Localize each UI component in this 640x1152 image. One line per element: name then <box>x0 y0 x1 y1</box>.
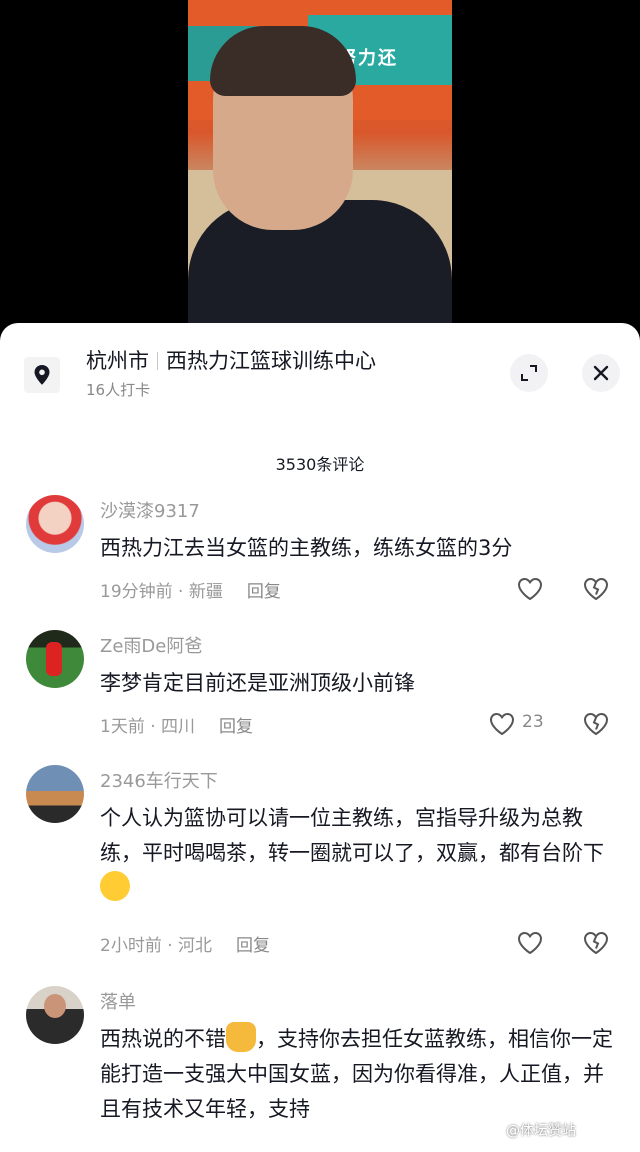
location-city: 杭州市 <box>86 349 149 373</box>
comment-meta: 1天前 · 四川 回复 <box>100 717 254 737</box>
location-title[interactable]: 杭州市 西热力江篮球训练中心 <box>86 345 376 375</box>
broken-heart-icon[interactable] <box>582 929 610 957</box>
reply-button[interactable]: 回复 <box>236 936 270 956</box>
location-pin-icon[interactable] <box>24 357 60 393</box>
heart-outline-icon[interactable] <box>516 575 544 603</box>
comment-text: 西热说的不错 ，支持你去担任女蓝教练，相信你一定能打造一支强大中国女蓝，因为你看得… <box>100 1022 615 1127</box>
avatar[interactable] <box>26 630 84 688</box>
avatar[interactable] <box>26 495 84 553</box>
laughing-crying-emoji-icon <box>100 871 130 901</box>
thumbs-up-emoji-icon <box>226 1022 256 1052</box>
comment-meta: 2小时前 · 河北 回复 <box>100 936 271 956</box>
comment-region: 四川 <box>161 717 196 737</box>
location-place: 西热力江篮球训练中心 <box>166 349 376 373</box>
comment-username[interactable]: 落单 <box>100 988 136 1014</box>
comment-item: Ze雨De阿爸 李梦肯定目前还是亚洲顶级小前锋 1天前 · 四川 回复 23 <box>0 630 640 750</box>
comment-text: 个人认为篮协可以请一位主教练，宫指导升级为总教练，平时喝喝茶，转一圈就可以了，双… <box>100 801 615 906</box>
comment-item: 沙漠漆9317 西热力江去当女篮的主教练，练练女篮的3分 19分钟前 · 新疆回… <box>0 495 640 615</box>
like-count: 23 <box>522 712 544 732</box>
avatar[interactable] <box>26 765 84 823</box>
comment-region: 新疆 <box>188 582 223 602</box>
comment-text-content: 个人认为篮协可以请一位主教练，宫指导升级为总教练，平时喝喝茶，转一圈就可以了，双… <box>100 806 604 865</box>
comment-item: 2346车行天下 个人认为篮协可以请一位主教练，宫指导升级为总教练，平时喝喝茶，… <box>0 765 640 965</box>
comment-time: 2小时前 <box>100 936 162 956</box>
comment-time: 19分钟前 <box>100 582 173 602</box>
reply-button[interactable]: 回复 <box>247 582 281 602</box>
reply-button[interactable]: 回复 <box>219 717 253 737</box>
avatar[interactable] <box>26 986 84 1044</box>
divider <box>157 352 158 370</box>
close-icon <box>593 365 609 381</box>
comment-username[interactable]: Ze雨De阿爸 <box>100 632 202 658</box>
broken-heart-icon[interactable] <box>582 710 610 738</box>
close-button[interactable] <box>582 354 620 392</box>
heart-outline-icon <box>489 712 515 736</box>
comment-region: 河北 <box>178 936 213 956</box>
like-button[interactable]: 23 <box>488 710 558 738</box>
expand-button[interactable] <box>510 354 548 392</box>
watermark: @体坛赞站 <box>506 1123 576 1139</box>
video-frame: 努力还 <box>188 0 452 330</box>
comment-meta: 19分钟前 · 新疆 回复 <box>100 582 281 602</box>
comments-sheet: 杭州市 西热力江篮球训练中心 16人打卡 3530条评论 沙漠漆9317 西热力江… <box>0 323 640 1152</box>
video-player[interactable]: 努力还 <box>0 0 640 330</box>
comment-text: 李梦肯定目前还是亚洲顶级小前锋 <box>100 671 415 695</box>
broken-heart-icon[interactable] <box>582 575 610 603</box>
checkin-count: 16人打卡 <box>86 381 151 399</box>
heart-outline-icon[interactable] <box>516 929 544 957</box>
comment-text: 西热力江去当女篮的主教练，练练女篮的3分 <box>100 536 513 560</box>
expand-icon <box>521 365 537 381</box>
comment-username[interactable]: 2346车行天下 <box>100 767 218 793</box>
comment-count: 3530条评论 <box>275 455 365 474</box>
comment-time: 1天前 <box>100 717 145 737</box>
comment-text-part: 西热说的不错 <box>100 1027 226 1051</box>
comment-username[interactable]: 沙漠漆9317 <box>100 497 200 523</box>
